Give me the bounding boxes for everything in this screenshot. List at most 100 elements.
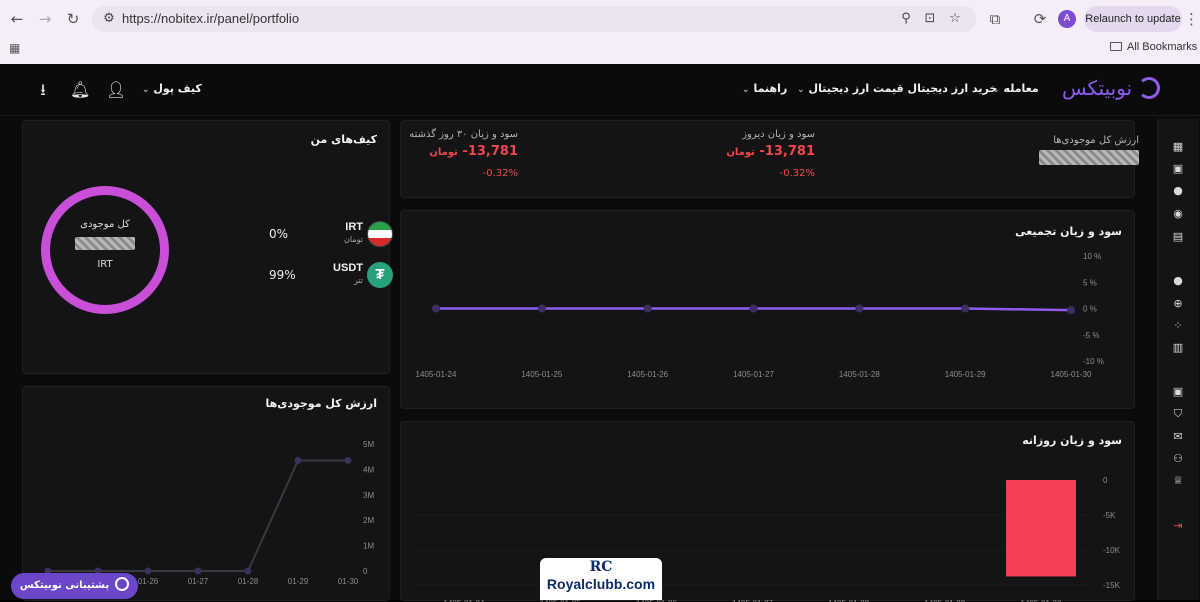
nav-buy-crypto[interactable]: خرید ارز دیجیتال⌄	[896, 82, 997, 95]
y-tick-label: -15K	[1103, 581, 1121, 590]
iran-flag-icon	[367, 221, 393, 247]
wallet-donut-chart: کل موجودی IRT	[41, 186, 169, 314]
bookmark-star-icon[interactable]: ☆	[947, 11, 963, 27]
bar	[1006, 480, 1076, 577]
forward-icon[interactable]: →	[35, 9, 55, 29]
x-tick-label: 01-28	[238, 577, 259, 586]
chevron-down-icon: ⌄	[992, 85, 1000, 95]
y-tick-label: -5K	[1103, 511, 1116, 520]
dashboard-icon[interactable]: ▦	[1171, 140, 1185, 154]
logout-icon[interactable]: ⇥	[1171, 519, 1185, 533]
download-app-icon[interactable]: ⭳	[33, 80, 53, 100]
x-tick-label: 1405-01-30	[1051, 370, 1092, 379]
user-profile-icon[interactable]: 👤︎	[106, 80, 126, 100]
data-point	[749, 304, 758, 313]
data-point	[294, 457, 302, 465]
y-tick-label: 0	[1103, 476, 1108, 485]
x-tick-label: 1405-01-26	[627, 370, 668, 379]
convert-icon[interactable]: ◉	[1171, 207, 1185, 221]
y-tick-label: 3M	[363, 491, 374, 500]
coin-name: تومان	[344, 235, 363, 244]
data-point	[194, 567, 202, 575]
trophy-icon[interactable]: ♕	[1171, 474, 1185, 488]
y-tick-label: 5M	[363, 440, 374, 449]
total-label: کل موجودی	[80, 219, 130, 230]
zoom-icon[interactable]: ⚲	[898, 11, 914, 27]
notification-bell-icon[interactable]: 🔔︎	[70, 80, 90, 100]
staking-icon[interactable]: ⁘	[1171, 319, 1185, 333]
reload-icon[interactable]: ↻	[63, 9, 83, 29]
x-tick-label: 01-29	[288, 577, 309, 586]
browser-chrome: ← → ↻ ⚙ https://nobitex.ir/panel/portfol…	[0, 0, 1200, 64]
address-bar[interactable]: ⚙ https://nobitex.ir/panel/portfolio ⚲ ⊡…	[92, 6, 976, 32]
site-settings-icon[interactable]: ⚙	[101, 11, 117, 27]
cumulative-pnl-card: سود و زیان تجمیعی 10 % 5 % 0 % -5 % -10 % 140…	[400, 210, 1135, 409]
data-point	[855, 304, 864, 313]
nav-buy-crypto-label: خرید ارز دیجیتال	[907, 82, 998, 95]
relaunch-button[interactable]: Relaunch to update	[1084, 6, 1182, 32]
chevron-down-icon: ⌄	[896, 85, 904, 95]
exchange-icon[interactable]: ●	[1171, 184, 1185, 198]
extensions-icon[interactable]: ⧉	[985, 9, 1005, 29]
nav-trade-label: معامله	[1003, 82, 1039, 95]
data-point	[432, 304, 440, 313]
sync-icon[interactable]: ⟳	[1030, 9, 1050, 29]
shield-icon[interactable]: ⛉	[1171, 407, 1185, 421]
referral-users-icon[interactable]: ⚇	[1171, 452, 1185, 466]
site-logo[interactable]: نوبیتکس	[1062, 76, 1161, 100]
masked-value	[1039, 150, 1139, 165]
stat-percent: -0.32%	[482, 168, 518, 179]
portfolio-stats-card: سود و زیان ۳۰ روز گذشته 13,781- تومان -0…	[400, 120, 1139, 198]
nav-guide-label: راهنما	[753, 82, 788, 95]
y-tick-label: 2M	[363, 516, 374, 525]
wallet-icon[interactable]: ▣	[1171, 162, 1185, 176]
mail-icon[interactable]: ✉	[1171, 430, 1185, 444]
report-chart-icon[interactable]: ▤	[1171, 230, 1185, 244]
data-point	[344, 457, 352, 465]
x-tick-label: 01-26	[138, 577, 159, 586]
stat-label: سود و زیان ۳۰ روز گذشته	[409, 129, 518, 140]
tether-icon: ₮	[367, 262, 393, 288]
wallet-row-usdt[interactable]: 99% USDT تتر ₮	[263, 262, 403, 292]
chevron-down-icon: ⌄	[797, 85, 805, 95]
calendar-icon[interactable]: ▥	[1171, 341, 1185, 355]
support-button[interactable]: پشتیبانی نوبیتکس	[11, 573, 138, 599]
stat-30-days: سود و زیان ۳۰ روز گذشته 13,781- تومان -0…	[409, 129, 518, 179]
id-card-icon[interactable]: ▣	[1171, 385, 1185, 399]
all-bookmarks-button[interactable]: All Bookmarks	[1110, 41, 1197, 53]
x-tick-label: 1405-01-24	[416, 370, 457, 379]
nav-crypto-prices[interactable]: قیمت ارز دیجیتال⌄	[797, 82, 904, 95]
hidden-total-value	[50, 237, 160, 253]
back-icon[interactable]: ←	[7, 9, 27, 29]
app-root: ⭳ 🔔︎ 👤︎ کیف پول ⌄ راهنما⌄ قیمت ارز دیجیت…	[0, 64, 1200, 602]
install-icon[interactable]: ⊡	[922, 11, 938, 27]
x-tick-label: 1405-01-27	[733, 370, 774, 379]
nav-crypto-prices-label: قیمت ارز دیجیتال	[808, 82, 904, 95]
y-tick-label: -5 %	[1083, 331, 1099, 340]
wallet-menu[interactable]: کیف پول ⌄	[142, 82, 202, 95]
stat-unit: تومان	[726, 147, 755, 158]
daily-pnl-card: سود و زیان روزانه 0-5K-10K-15K1405-01-24…	[400, 421, 1135, 602]
series-line	[48, 459, 348, 572]
watermark-mark: RC	[589, 559, 613, 575]
nav-guide[interactable]: راهنما⌄	[742, 82, 787, 95]
nav-trade[interactable]: معامله⌄	[992, 82, 1039, 95]
profile-avatar[interactable]: A	[1058, 10, 1076, 28]
data-point	[537, 304, 546, 313]
toolbar: ← → ↻ ⚙ https://nobitex.ir/panel/portfol…	[0, 0, 1200, 38]
cumulative-pnl-chart: 10 % 5 % 0 % -5 % -10 % 1405-01-24 1405-01-25 1…	[416, 252, 1104, 379]
stat-label: سود و زیان دیروز	[742, 129, 815, 140]
daily-pnl-chart: 0-5K-10K-15K1405-01-241405-01-251405-01-…	[413, 476, 1121, 602]
menu-icon[interactable]: ⋮	[1184, 9, 1199, 29]
apps-icon[interactable]: ▦	[9, 41, 20, 55]
y-tick-label: 1M	[363, 542, 374, 551]
stat-amount: 13,781-	[462, 144, 518, 159]
coin-icon[interactable]: ●	[1171, 274, 1185, 288]
stat-value: 13,781- تومان	[411, 144, 518, 159]
add-circle-icon[interactable]: ⊕	[1171, 297, 1185, 311]
data-point	[961, 304, 970, 313]
wallet-menu-label: کیف پول	[153, 82, 202, 95]
y-tick-label: 4M	[363, 465, 374, 474]
wallet-row-irt[interactable]: 0% IRT تومان	[263, 221, 403, 251]
x-tick-label: 1405-01-29	[945, 370, 986, 379]
